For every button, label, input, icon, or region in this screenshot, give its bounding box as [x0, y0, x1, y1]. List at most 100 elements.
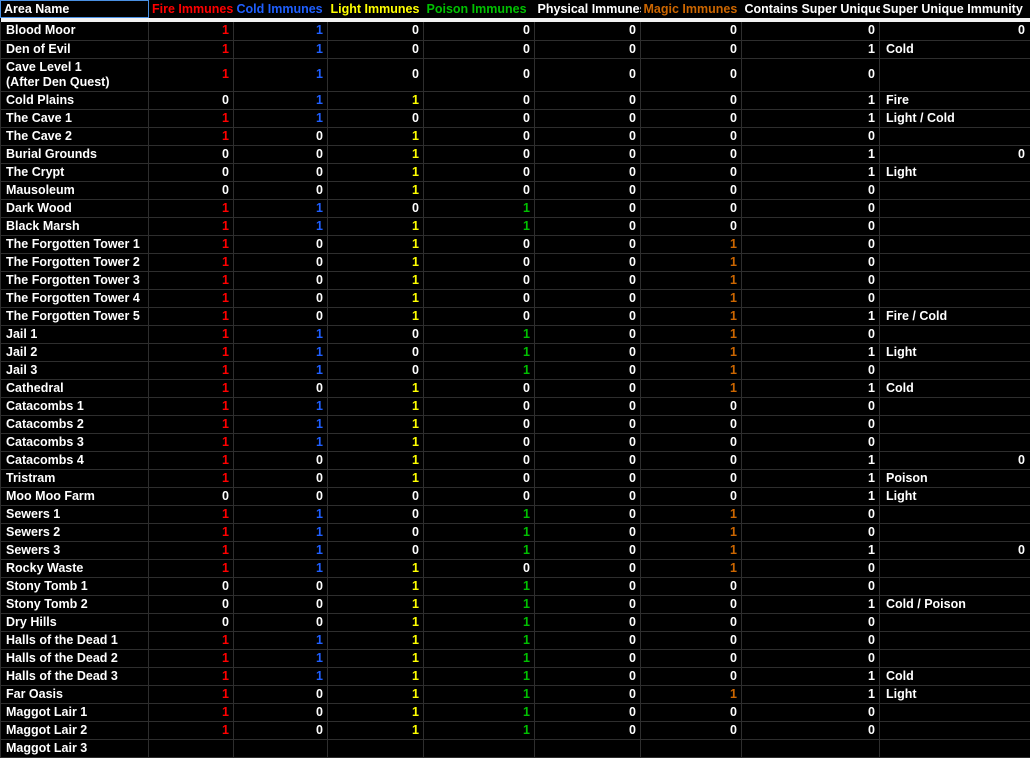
cell-area-name[interactable]: The Forgotten Tower 4 — [1, 289, 149, 307]
cell-cold[interactable]: 0 — [234, 721, 328, 739]
column-header-fire-immunes[interactable]: Fire Immunes — [149, 1, 234, 18]
cell-csu[interactable]: 0 — [742, 523, 880, 541]
cell-area-name[interactable]: The Forgotten Tower 3 — [1, 271, 149, 289]
cell-csu[interactable]: 1 — [742, 487, 880, 505]
cell-area-name[interactable]: Den of Evil — [1, 40, 149, 58]
cell-cold[interactable]: 1 — [234, 541, 328, 559]
cell-phys[interactable]: 0 — [535, 649, 641, 667]
table-row[interactable]: Blood Moor11000000 — [1, 22, 1030, 40]
cell-csu[interactable]: 0 — [742, 613, 880, 631]
cell-phys[interactable]: 0 — [535, 163, 641, 181]
cell-cold[interactable]: 0 — [234, 307, 328, 325]
cell-cold[interactable]: 1 — [234, 433, 328, 451]
cell-magic[interactable]: 0 — [641, 109, 742, 127]
cell-csu[interactable]: 1 — [742, 307, 880, 325]
cell-csu[interactable]: 1 — [742, 163, 880, 181]
table-row[interactable]: Maggot Lair 21011000 — [1, 721, 1030, 739]
cell-poison[interactable]: 1 — [424, 703, 535, 721]
cell-light[interactable]: 1 — [328, 433, 424, 451]
cell-magic[interactable]: 0 — [641, 613, 742, 631]
cell-area-name[interactable]: Sewers 3 — [1, 541, 149, 559]
cell-poison[interactable]: 1 — [424, 523, 535, 541]
cell-light[interactable]: 1 — [328, 235, 424, 253]
cell-magic[interactable]: 0 — [641, 469, 742, 487]
cell-light[interactable]: 1 — [328, 289, 424, 307]
cell-magic[interactable]: 0 — [641, 22, 742, 40]
cell-light[interactable]: 1 — [328, 613, 424, 631]
cell-fire[interactable]: 0 — [149, 595, 234, 613]
cell-super-unique-immunity[interactable] — [880, 199, 1030, 217]
cell-phys[interactable]: 0 — [535, 667, 641, 685]
cell-csu[interactable]: 0 — [742, 289, 880, 307]
cell-poison[interactable]: 0 — [424, 91, 535, 109]
cell-csu[interactable]: 0 — [742, 199, 880, 217]
cell-poison[interactable]: 1 — [424, 325, 535, 343]
cell-super-unique-immunity[interactable] — [880, 613, 1030, 631]
cell-poison[interactable]: 0 — [424, 307, 535, 325]
cell-csu[interactable]: 0 — [742, 397, 880, 415]
cell-magic[interactable]: 1 — [641, 271, 742, 289]
cell-area-name[interactable]: Rocky Waste — [1, 559, 149, 577]
cell-super-unique-immunity[interactable]: 0 — [880, 22, 1030, 40]
cell-poison[interactable]: 1 — [424, 505, 535, 523]
cell-light[interactable]: 0 — [328, 40, 424, 58]
cell-phys[interactable]: 0 — [535, 22, 641, 40]
cell-csu[interactable]: 0 — [742, 217, 880, 235]
cell-light[interactable]: 1 — [328, 271, 424, 289]
cell-light[interactable]: 0 — [328, 505, 424, 523]
cell-phys[interactable]: 0 — [535, 487, 641, 505]
cell-poison[interactable]: 0 — [424, 145, 535, 163]
cell-phys[interactable]: 0 — [535, 505, 641, 523]
cell-fire[interactable]: 1 — [149, 397, 234, 415]
cell-csu[interactable]: 1 — [742, 379, 880, 397]
table-row[interactable]: Moo Moo Farm0000001Light — [1, 487, 1030, 505]
cell-csu[interactable]: 1 — [742, 595, 880, 613]
table-row[interactable]: Halls of the Dead 11111000 — [1, 631, 1030, 649]
table-row[interactable]: The Forgotten Tower 11010010 — [1, 235, 1030, 253]
table-row[interactable]: Dark Wood1101000 — [1, 199, 1030, 217]
cell-phys[interactable]: 0 — [535, 199, 641, 217]
cell-phys[interactable]: 0 — [535, 379, 641, 397]
cell-magic[interactable]: 1 — [641, 235, 742, 253]
cell-magic[interactable]: 0 — [641, 199, 742, 217]
cell-light[interactable]: 0 — [328, 361, 424, 379]
cell-poison[interactable]: 1 — [424, 685, 535, 703]
cell-area-name[interactable]: Moo Moo Farm — [1, 487, 149, 505]
table-row[interactable]: Burial Grounds00100010 — [1, 145, 1030, 163]
cell-light[interactable]: 1 — [328, 415, 424, 433]
cell-magic[interactable]: 1 — [641, 685, 742, 703]
cell-cold[interactable]: 1 — [234, 22, 328, 40]
cell-phys[interactable]: 0 — [535, 613, 641, 631]
cell-area-name[interactable]: Cold Plains — [1, 91, 149, 109]
cell-phys[interactable]: 0 — [535, 325, 641, 343]
table-row[interactable]: Sewers 311010110 — [1, 541, 1030, 559]
cell-fire[interactable]: 1 — [149, 253, 234, 271]
cell-fire[interactable]: 1 — [149, 325, 234, 343]
cell-phys[interactable]: 0 — [535, 577, 641, 595]
cell-light[interactable]: 0 — [328, 58, 424, 91]
table-row[interactable]: Jail 21101011Light — [1, 343, 1030, 361]
cell-magic[interactable]: 0 — [641, 40, 742, 58]
cell-light[interactable]: 1 — [328, 253, 424, 271]
cell-poison[interactable]: 0 — [424, 253, 535, 271]
cell-light[interactable]: 1 — [328, 127, 424, 145]
cell-csu[interactable]: 0 — [742, 703, 880, 721]
cell-fire[interactable]: 1 — [149, 505, 234, 523]
table-row[interactable]: The Cave 21010000 — [1, 127, 1030, 145]
cell-super-unique-immunity[interactable] — [880, 703, 1030, 721]
cell-fire[interactable]: 0 — [149, 487, 234, 505]
column-header-magic-immunes[interactable]: Magic Immunes — [641, 1, 742, 18]
cell-super-unique-immunity[interactable]: Cold / Poison — [880, 595, 1030, 613]
cell-fire[interactable]: 0 — [149, 91, 234, 109]
cell-area-name[interactable]: Catacombs 2 — [1, 415, 149, 433]
cell-cold[interactable]: 1 — [234, 415, 328, 433]
cell-super-unique-immunity[interactable] — [880, 325, 1030, 343]
cell-phys[interactable]: 0 — [535, 289, 641, 307]
table-row[interactable]: Catacombs 11110000 — [1, 397, 1030, 415]
cell-cold[interactable]: 0 — [234, 595, 328, 613]
cell-area-name[interactable]: The Crypt — [1, 163, 149, 181]
cell-light[interactable]: 0 — [328, 343, 424, 361]
cell-light[interactable]: 1 — [328, 163, 424, 181]
cell-super-unique-immunity[interactable] — [880, 289, 1030, 307]
cell-poison[interactable]: 0 — [424, 181, 535, 199]
